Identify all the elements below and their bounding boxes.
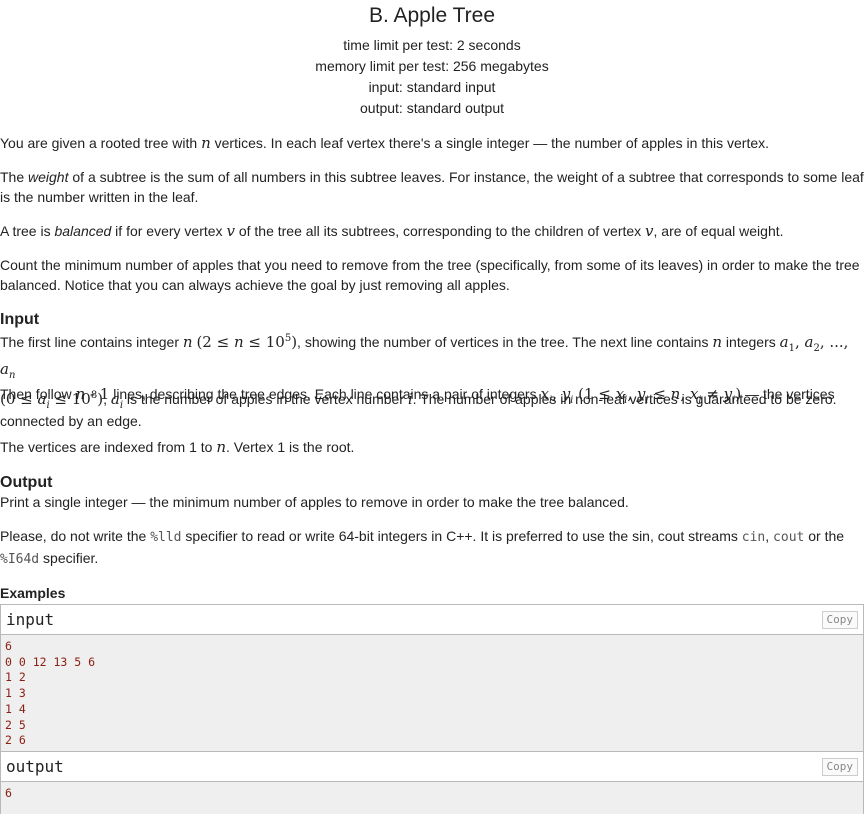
problem-title: B. Apple Tree — [368, 4, 496, 27]
weight-term: weight — [28, 169, 69, 185]
example-output-label: output — [6, 757, 64, 776]
example-input-header: input Copy — [1, 605, 863, 635]
output-spec-line-2: Please, do not write the %lld specifier … — [0, 528, 845, 567]
input-section-title: Input — [0, 311, 40, 328]
example-input-box: input Copy 6 0 0 12 13 5 6 1 2 1 3 1 4 2… — [0, 604, 864, 754]
output-file: output: standard output — [360, 100, 504, 116]
input-file: input: standard input — [368, 79, 496, 95]
examples-title: Examples — [0, 585, 66, 601]
problem-header: B. Apple Tree time limit per test: 2 sec… — [0, 2, 864, 119]
example-output-box: output Copy 6 — [0, 751, 864, 814]
output-section-title: Output — [0, 474, 53, 491]
output-spec-line-1: Print a single integer — the minimum num… — [0, 494, 629, 510]
statement-paragraph-1: You are given a rooted tree with n verti… — [0, 134, 770, 152]
copy-input-button[interactable]: Copy — [821, 611, 858, 629]
copy-output-button[interactable]: Copy — [821, 758, 858, 776]
example-input-text: 6 0 0 12 13 5 6 1 2 1 3 1 4 2 5 2 6 — [1, 635, 863, 753]
example-input-label: input — [6, 610, 55, 629]
balanced-term: balanced — [54, 223, 112, 239]
statement-paragraph-4: Count the minimum number of apples that … — [0, 257, 860, 293]
example-output-header: output Copy — [1, 752, 863, 782]
statement-paragraph-3: A tree is balanced if for every vertex v… — [0, 222, 784, 240]
input-spec-line-2: Then follow n - 1 lines, describing the … — [0, 385, 835, 429]
statement-paragraph-2: The weight of a subtree is the sum of al… — [0, 169, 864, 205]
input-spec-line-3: The vertices are indexed from 1 to n. Ve… — [0, 438, 355, 456]
time-limit: time limit per test: 2 seconds — [343, 37, 521, 53]
memory-limit: memory limit per test: 256 megabytes — [315, 58, 549, 74]
example-output-text: 6 — [1, 782, 863, 814]
